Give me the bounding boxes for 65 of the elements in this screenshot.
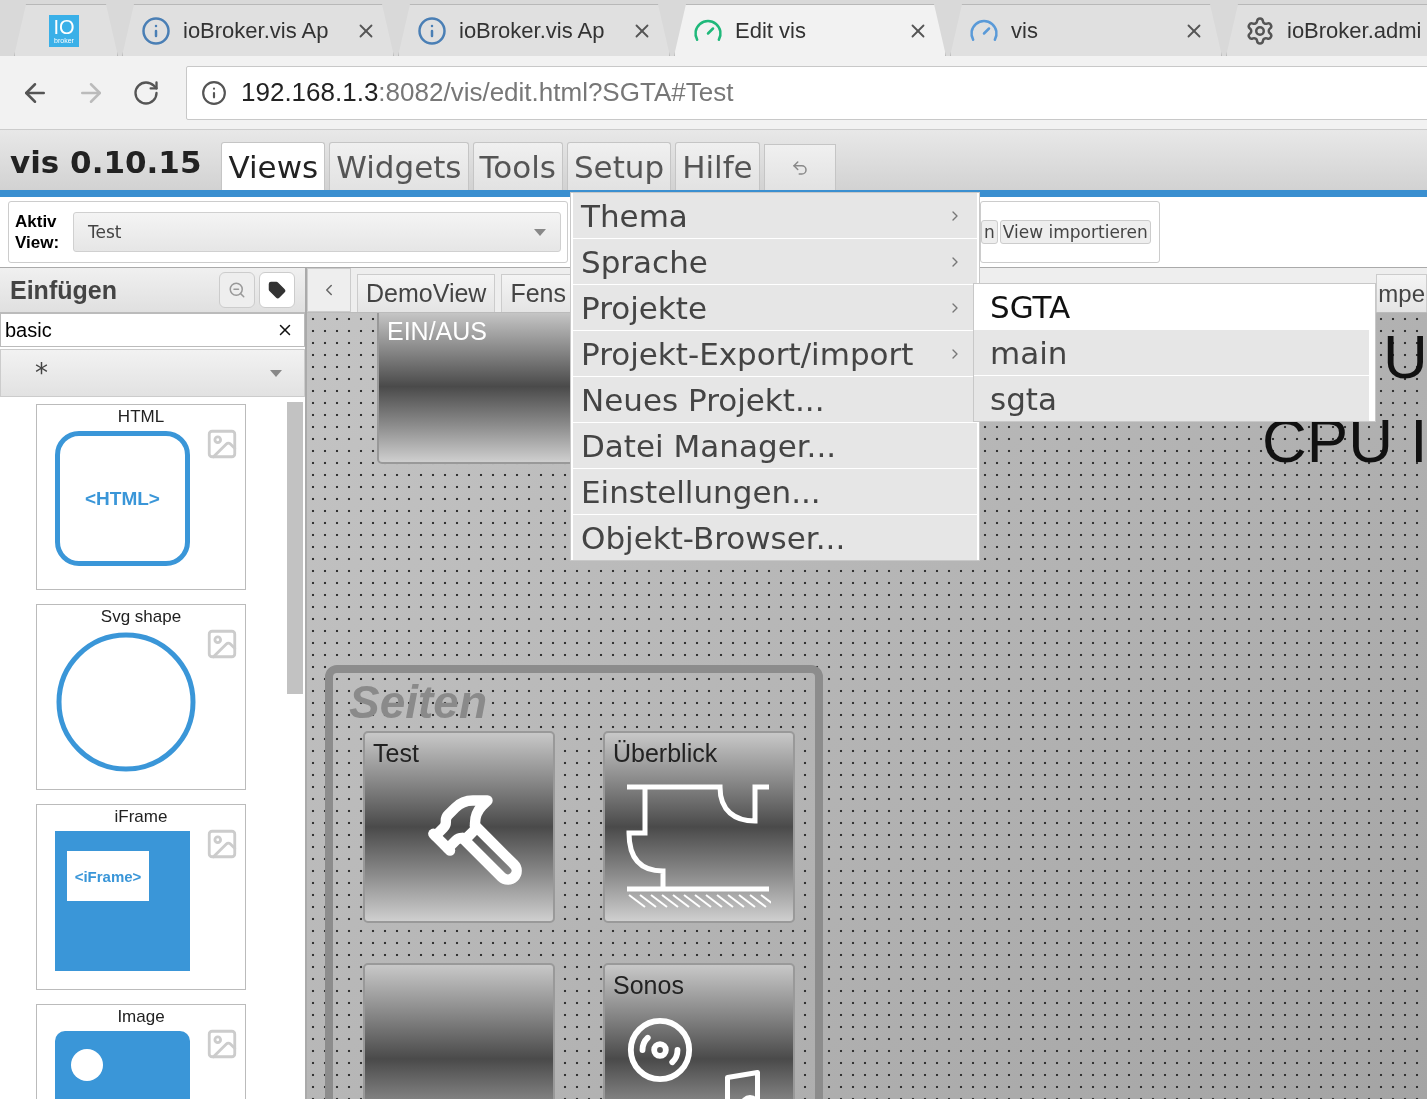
view-tile[interactable] bbox=[363, 963, 555, 1099]
menu-item[interactable]: Einstellungen... bbox=[573, 469, 977, 514]
browser-tab[interactable]: vis bbox=[950, 4, 1222, 56]
widget-card[interactable]: Image bbox=[36, 1004, 246, 1099]
category-select[interactable]: * bbox=[0, 349, 305, 397]
view-tab[interactable]: DemoView bbox=[357, 274, 496, 312]
image-icon bbox=[205, 1027, 239, 1061]
app-title: vis 0.10.15 bbox=[9, 144, 203, 182]
menu-item[interactable]: Thema bbox=[573, 193, 977, 238]
widget-title: iFrame bbox=[114, 807, 168, 827]
tag-button[interactable] bbox=[259, 272, 295, 308]
filter-field[interactable]: basic bbox=[0, 313, 305, 347]
undo-icon bbox=[790, 158, 809, 177]
panel-title: Einfügen bbox=[10, 275, 118, 305]
widget-title: Image bbox=[117, 1007, 165, 1027]
tile-title: Sonos bbox=[613, 971, 684, 1000]
widget-card[interactable]: HTML <HTML> bbox=[36, 404, 246, 590]
view-tile[interactable]: Test bbox=[363, 731, 555, 923]
menu-tab[interactable]: Hilfe bbox=[675, 142, 760, 190]
iframe-widget-drawing: <iFrame> bbox=[55, 831, 190, 971]
menu-item[interactable]: Sprache bbox=[573, 239, 977, 284]
menu-tab[interactable]: Tools bbox=[472, 142, 563, 190]
widget-title: HTML bbox=[117, 407, 165, 427]
image-icon bbox=[205, 627, 239, 661]
widget-card[interactable]: Svg shape bbox=[36, 604, 246, 790]
url-text: 192.168.1.3:8082/vis/edit.html?SGTA#Test bbox=[241, 77, 734, 108]
image-icon bbox=[205, 427, 239, 461]
menu-tab[interactable]: Widgets bbox=[329, 142, 469, 190]
info-icon bbox=[417, 15, 447, 46]
menu-tab[interactable]: Views bbox=[221, 142, 326, 190]
tag-icon bbox=[268, 281, 286, 299]
widget-card[interactable]: iFrame <iFrame> bbox=[36, 804, 246, 990]
tile-title: EIN/AUS bbox=[387, 317, 488, 346]
tile-title: Überblick bbox=[613, 739, 718, 768]
info-icon bbox=[201, 79, 227, 106]
toolbar-button[interactable]: n bbox=[981, 220, 998, 244]
reload-button[interactable] bbox=[132, 78, 160, 107]
browser-tab[interactable]: Edit vis bbox=[674, 4, 946, 56]
menu-item[interactable]: Datei Manager... bbox=[573, 423, 977, 468]
disc-icon bbox=[625, 1015, 695, 1085]
canvas-label: U bbox=[1383, 321, 1427, 392]
gear-icon bbox=[1245, 15, 1275, 46]
view-select[interactable]: Test bbox=[73, 212, 561, 252]
menu-item[interactable]: main bbox=[974, 330, 1369, 375]
address-field[interactable]: 192.168.1.3:8082/vis/edit.html?SGTA#Test bbox=[186, 65, 1427, 120]
info-icon bbox=[141, 15, 171, 46]
view-tile[interactable]: Überblick bbox=[603, 731, 795, 923]
group-frame[interactable]: Seiten Test Überblick Sonos bbox=[325, 665, 823, 1099]
widget-title: Svg shape bbox=[100, 607, 182, 627]
image-icon bbox=[205, 827, 239, 861]
menu-item[interactable]: sgta bbox=[974, 376, 1369, 421]
menu-tab[interactable]: Setup bbox=[566, 142, 672, 190]
browser-tab[interactable]: ioBroker.vis Ap bbox=[398, 4, 670, 56]
view-tab[interactable]: mpe bbox=[1376, 274, 1427, 312]
menu-item[interactable]: Objekt-Browser... bbox=[573, 515, 977, 560]
scrollbar-thumb[interactable] bbox=[287, 402, 303, 694]
view-tile[interactable]: Sonos bbox=[603, 963, 795, 1099]
toolbar-button[interactable]: View importieren bbox=[999, 220, 1151, 244]
group-title: Seiten bbox=[349, 675, 488, 729]
browser-tab[interactable]: ioBroker.vis Ap bbox=[122, 4, 394, 56]
view-label: Aktiv View: bbox=[15, 211, 61, 253]
browser-tab[interactable]: ioBroker.admi bbox=[1226, 4, 1427, 56]
html-widget-drawing: <HTML> bbox=[55, 431, 190, 566]
zoom-out-icon bbox=[228, 281, 246, 299]
tile-title: Test bbox=[373, 739, 419, 768]
